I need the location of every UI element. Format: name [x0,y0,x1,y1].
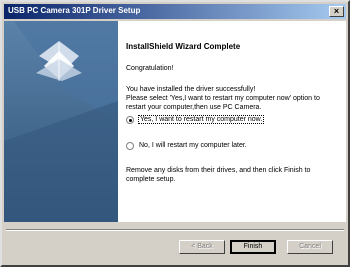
installshield-logo-icon [4,21,118,222]
setup-dialog: USB PC Camera 301P Driver Setup × Instal… [0,0,350,267]
wizard-panel: InstallShield Wizard Complete Congratula… [4,21,346,222]
wizard-heading: InstallShield Wizard Complete [126,42,241,51]
finish-button[interactable]: Finish [230,240,276,254]
wizard-content: InstallShield Wizard Complete Congratula… [126,21,342,222]
back-button[interactable]: < Back [179,240,225,254]
wizard-graphic [4,21,118,222]
cancel-button[interactable]: Cancel [287,240,333,254]
close-button[interactable]: × [329,6,344,17]
message-line-2: Please select 'Yes,I want to restart my … [126,95,320,102]
install-message: You have installed the driver successful… [126,85,342,112]
restart-later-radio[interactable] [126,142,134,150]
congratulation-text: Congratulation! [126,65,174,72]
radio-selected-dot-icon [129,119,132,122]
button-separator [6,229,344,231]
message-line-3: restart your computer,then use PC Camera… [126,104,262,111]
restart-now-label: Yes, I want to restart my computer now. [137,115,265,124]
title-bar[interactable]: USB PC Camera 301P Driver Setup × [4,4,346,19]
window-title: USB PC Camera 301P Driver Setup [8,6,141,15]
restart-later-label: No, I will restart my computer later. [139,142,247,149]
remove-line-1: Remove any disks from their drives, and … [126,167,311,174]
close-icon: × [333,6,340,16]
message-line-1: You have installed the driver successful… [126,86,256,93]
finish-instructions: Remove any disks from their drives, and … [126,166,342,184]
restart-now-radio[interactable] [126,116,134,124]
remove-line-2: complete setup. [126,176,176,183]
